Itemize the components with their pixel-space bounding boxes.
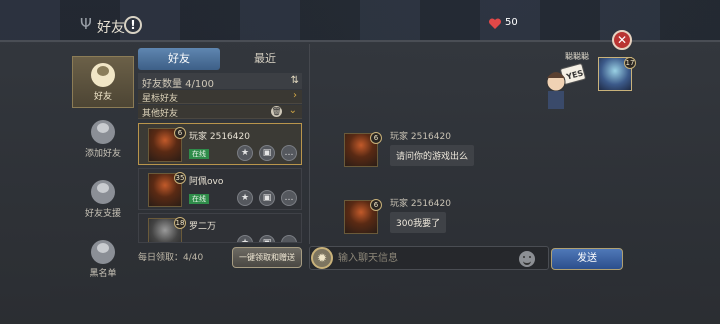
help-button[interactable]: ! — [124, 16, 142, 34]
page-title: 好友 — [97, 20, 125, 36]
heart-count: 50 — [505, 17, 518, 28]
friend-count: 好友数量 4/100 — [142, 79, 214, 90]
heart-icon — [488, 18, 502, 29]
nav-item-friends[interactable]: 好友 — [72, 56, 134, 108]
nav-item-label: 好友支援 — [84, 209, 121, 219]
star-icon[interactable]: ★ — [237, 235, 253, 242]
chevron-right-icon: › — [293, 90, 297, 101]
send-button[interactable]: 发送 — [551, 248, 623, 270]
blacklist-icon — [91, 240, 115, 264]
star-icon[interactable]: ★ — [237, 145, 253, 161]
gift-icon[interactable]: ▣ — [259, 190, 275, 206]
emoji-icon[interactable] — [519, 251, 535, 267]
friend-card[interactable]: 6 玩家 2516420 在线 ★ ▣ … — [138, 123, 302, 165]
friend-name: 阿佩ovo — [189, 177, 224, 187]
add-friend-icon — [91, 120, 115, 144]
message-sender: 玩家 2516420 — [390, 132, 451, 142]
gift-icon[interactable]: ▣ — [259, 145, 275, 161]
group-label: 其他好友 — [142, 109, 179, 119]
tab-friends[interactable]: 好友 — [138, 48, 220, 70]
friends-icon — [91, 63, 115, 87]
status-badge: 在线 — [189, 149, 209, 159]
friend-card[interactable]: 35 阿佩ovo 在线 ★ ▣ … — [138, 168, 302, 210]
group-others[interactable]: 其他好友 🗑 ⌄ — [138, 105, 302, 119]
chat-icon[interactable]: … — [281, 190, 297, 206]
chat-input[interactable] — [338, 250, 514, 266]
level-badge: 6 — [174, 127, 186, 139]
level-badge: 6 — [370, 199, 382, 211]
side-nav: 好友 添加好友 好友支援 黑名单 — [72, 56, 134, 286]
level-badge: 35 — [174, 172, 186, 184]
mascot-character: YES — [546, 63, 586, 109]
chat-message: 6 玩家 2516420 300我要了 — [344, 196, 584, 242]
friend-tabs: 好友 最近 — [138, 48, 306, 70]
trash-icon[interactable]: 🗑 — [271, 106, 282, 117]
chat-icon[interactable]: … — [281, 235, 297, 242]
message-bubble: 请问你的游戏出么 — [390, 145, 475, 166]
nav-item-friend-support[interactable]: 好友支援 — [72, 174, 134, 226]
status-badge: 在线 — [189, 194, 209, 204]
chat-message: 6 玩家 2516420 请问你的游戏出么 — [344, 129, 584, 175]
star-icon[interactable]: ★ — [237, 190, 253, 206]
level-badge: 17 — [624, 57, 636, 69]
nav-item-blacklist[interactable]: 黑名单 — [72, 234, 134, 286]
nav-item-label: 好友 — [93, 92, 112, 102]
top-bar: Ψ 好友 ! 50 — [0, 0, 720, 40]
friend-count-row: 好友数量 4/100 ⇅ — [138, 73, 302, 90]
gift-icon[interactable]: ▣ — [259, 235, 275, 242]
message-sender: 玩家 2516420 — [390, 199, 451, 209]
close-button[interactable]: ✕ — [612, 30, 632, 50]
friend-support-icon — [91, 180, 115, 204]
group-label: 星标好友 — [142, 94, 179, 104]
sort-icon[interactable]: ⇅ — [291, 75, 299, 86]
tab-recent[interactable]: 最近 — [224, 48, 306, 70]
claim-and-gift-button[interactable]: 一键领取和赠送 — [232, 247, 302, 268]
nav-item-label: 黑名单 — [89, 269, 117, 279]
column-divider — [309, 44, 310, 244]
group-starred[interactable]: 星标好友 › — [138, 90, 302, 104]
level-badge: 18 — [174, 217, 186, 229]
gear-icon[interactable]: ✹ — [311, 247, 333, 269]
message-bubble: 300我要了 — [390, 212, 447, 233]
friend-name: 罗二万 — [189, 222, 217, 232]
friend-card[interactable]: 18 罗二万 ★ ▣ … — [138, 213, 302, 243]
friends-logo-icon: Ψ — [80, 15, 92, 33]
chat-icon[interactable]: … — [281, 145, 297, 161]
nav-item-label: 添加好友 — [84, 149, 121, 159]
level-badge: 6 — [370, 132, 382, 144]
friend-name: 玩家 2516420 — [189, 132, 250, 142]
chevron-down-icon: ⌄ — [288, 105, 297, 116]
nav-item-add-friend[interactable]: 添加好友 — [72, 114, 134, 166]
